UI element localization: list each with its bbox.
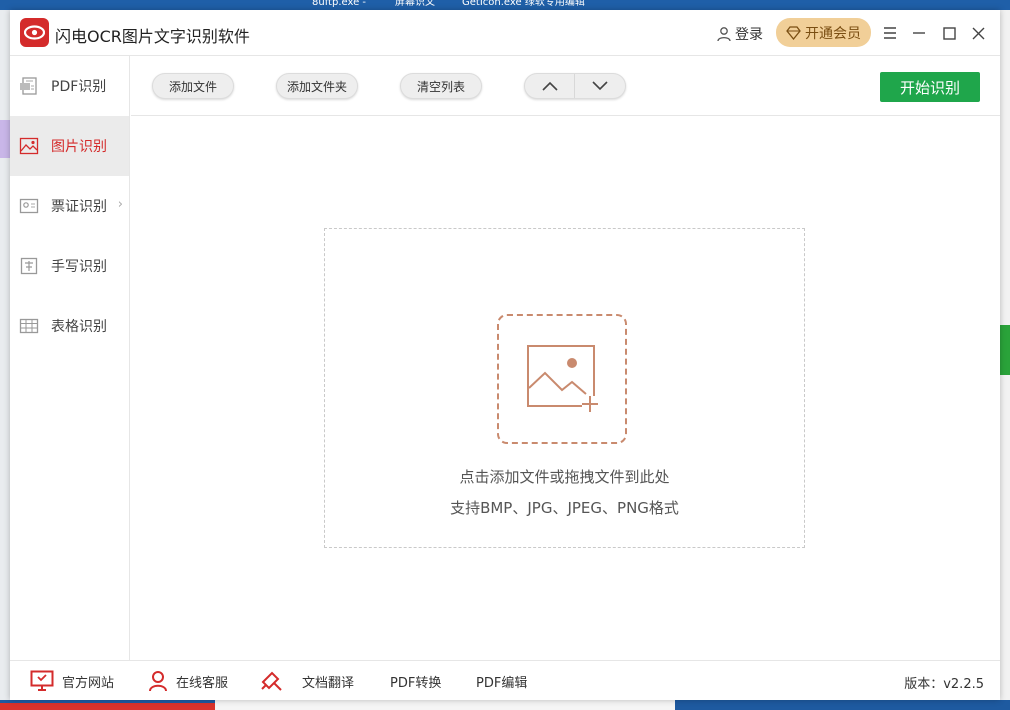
- headset-user-icon: [149, 671, 167, 692]
- move-up-button[interactable]: [525, 74, 575, 98]
- login-label: 登录: [735, 27, 763, 43]
- add-file-button[interactable]: 添加文件: [152, 73, 234, 99]
- table-icon: [18, 315, 40, 337]
- app-window: 闪电OCR图片文字识别软件 登录 开通会员 PDF识别 图片识别 票证识别 › …: [10, 10, 1000, 700]
- sidebar-item-image[interactable]: 图片识别: [10, 116, 129, 176]
- app-logo-icon: [20, 18, 49, 47]
- pdf-doc-icon: [18, 75, 40, 97]
- background-bottom: [0, 700, 1010, 710]
- chevron-down-icon: [592, 81, 608, 91]
- maximize-icon[interactable]: [938, 22, 960, 44]
- sidebar: PDF识别 图片识别 票证识别 › 手写识别 表格识别: [10, 56, 130, 660]
- sidebar-item-certificate[interactable]: 票证识别 ›: [10, 176, 129, 236]
- sidebar-item-label: 手写识别: [51, 259, 107, 275]
- close-icon[interactable]: [967, 22, 989, 44]
- login-button[interactable]: 登录: [716, 24, 763, 44]
- add-image-icon: [497, 314, 627, 444]
- sidebar-item-handwriting[interactable]: 手写识别: [10, 236, 129, 296]
- image-icon: [18, 135, 40, 157]
- sidebar-item-pdf[interactable]: PDF识别: [10, 56, 129, 116]
- clear-list-button[interactable]: 清空列表: [400, 73, 482, 99]
- toolbar: 添加文件 添加文件夹 清空列表 开始识别: [131, 56, 1000, 116]
- footer-label: 在线客服: [176, 675, 229, 691]
- pdf-convert-link[interactable]: PDF转换: [390, 661, 441, 701]
- id-card-icon: [18, 195, 40, 217]
- reorder-buttons: [524, 73, 626, 99]
- minimize-icon[interactable]: [908, 22, 930, 44]
- bg-task-1: 8uftp.exe -: [312, 0, 367, 8]
- drop-hint: 点击添加文件或拖拽文件到此处: [459, 468, 670, 486]
- official-website-link[interactable]: 官方网站: [30, 661, 114, 701]
- file-list-area: 点击添加文件或拖拽文件到此处 支持BMP、JPG、JPEG、PNG格式: [131, 117, 1000, 660]
- bg-task-3: GetIcon.exe 绿软专用编辑: [462, 0, 585, 8]
- sidebar-item-label: 票证识别: [51, 199, 107, 215]
- footer-label: 文档翻译: [302, 675, 355, 691]
- sidebar-item-label: 图片识别: [51, 139, 107, 155]
- bg-task-2: 屏幕识文: [395, 0, 435, 8]
- footer-label: 官方网站: [62, 675, 115, 691]
- document-translate-link[interactable]: 文档翻译: [260, 661, 354, 701]
- pdf-edit-link[interactable]: PDF编辑: [476, 661, 527, 701]
- background-window-left: [0, 10, 10, 710]
- supported-formats: 支持BMP、JPG、JPEG、PNG格式: [450, 499, 679, 517]
- app-title: 闪电OCR图片文字识别软件: [55, 27, 250, 46]
- sidebar-item-label: PDF识别: [51, 79, 107, 95]
- chevron-up-icon: [541, 81, 558, 91]
- drop-zone[interactable]: 点击添加文件或拖拽文件到此处 支持BMP、JPG、JPEG、PNG格式: [324, 228, 805, 548]
- vip-label: 开通会员: [805, 25, 861, 42]
- chevron-right-icon: ›: [117, 197, 123, 212]
- sidebar-item-label: 表格识别: [51, 319, 107, 335]
- sidebar-item-table[interactable]: 表格识别: [10, 296, 129, 356]
- diamond-icon: [786, 25, 801, 40]
- title-bar: 闪电OCR图片文字识别软件 登录 开通会员: [10, 10, 1000, 56]
- start-recognition-button[interactable]: 开始识别: [880, 72, 980, 102]
- add-folder-button[interactable]: 添加文件夹: [276, 73, 358, 99]
- move-down-button[interactable]: [575, 74, 625, 98]
- user-icon: [717, 27, 731, 42]
- monitor-icon: [30, 670, 54, 691]
- version-label: 版本：v2.2.5: [904, 677, 984, 692]
- footer: 官方网站 在线客服 文档翻译 PDF转换 PDF编辑 版本：v2.2.5: [10, 660, 1000, 700]
- handwriting-icon: [18, 255, 40, 277]
- menu-icon[interactable]: [879, 22, 901, 44]
- translate-icon: [261, 671, 282, 691]
- online-support-link[interactable]: 在线客服: [148, 661, 228, 701]
- vip-button[interactable]: 开通会员: [776, 18, 871, 47]
- background-taskbar: 8uftp.exe - 屏幕识文 GetIcon.exe 绿软专用编辑: [0, 0, 1010, 10]
